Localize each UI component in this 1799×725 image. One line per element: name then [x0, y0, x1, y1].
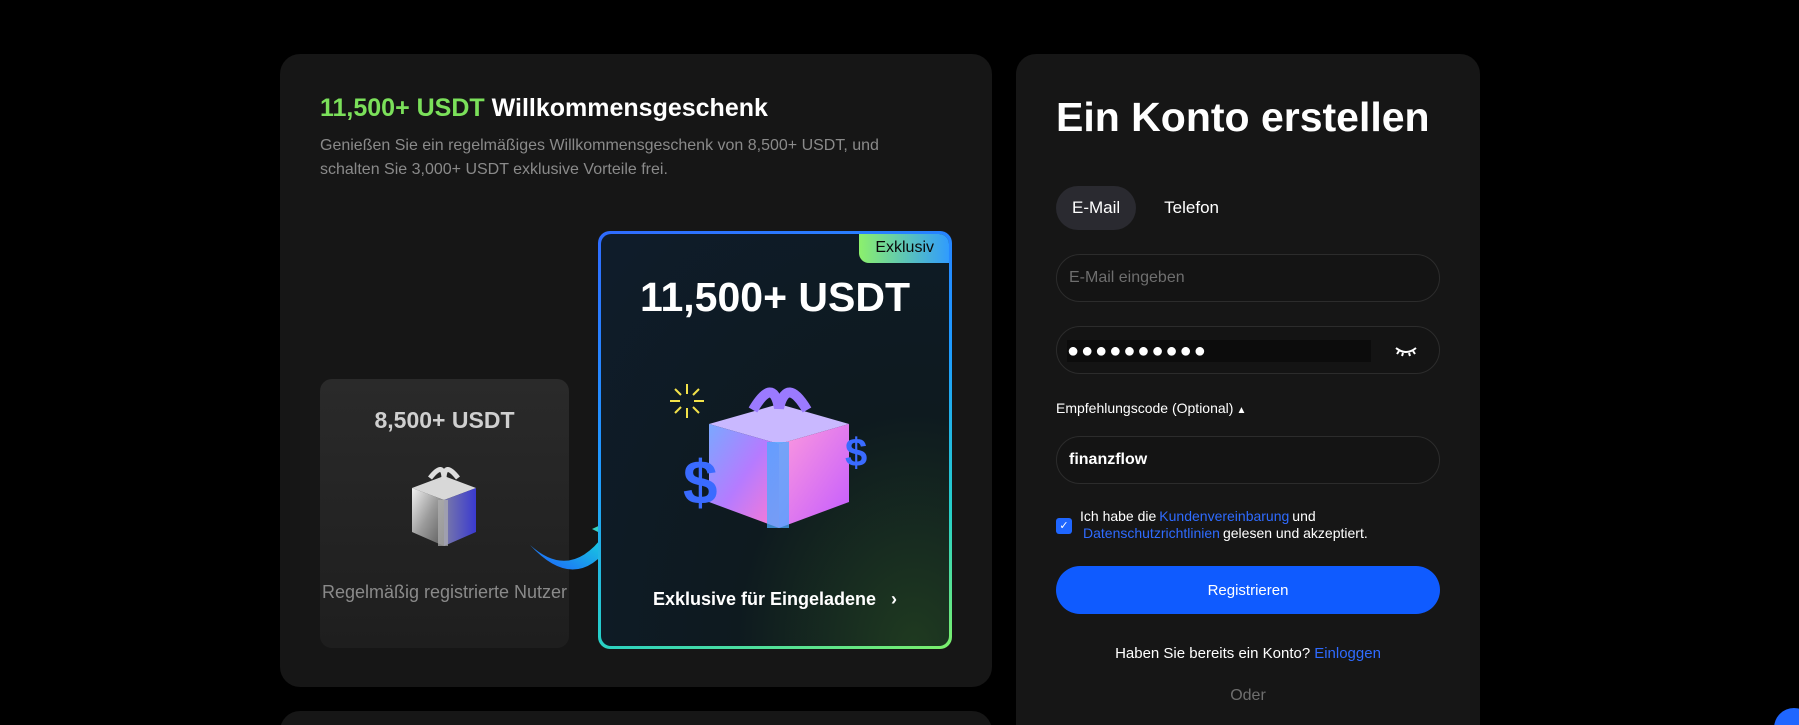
privacy-policy-link[interactable]: Datenschutzrichtlinien — [1083, 525, 1220, 541]
consent-part3: gelesen und akzeptiert. — [1222, 525, 1368, 541]
exclusive-tier-inner: Exklusiv 11,500+ USDT $ $ Exklusive für … — [601, 234, 949, 646]
regular-tier-amount: 8,500+ USDT — [374, 407, 515, 433]
eye-closed-icon[interactable] — [1395, 341, 1417, 359]
signup-title: Ein Konto erstellen — [1056, 94, 1430, 140]
exclusive-badge: Exklusiv — [859, 234, 949, 263]
exclusive-tier-card[interactable]: Exklusiv 11,500+ USDT $ $ Exklusive für … — [598, 231, 952, 649]
check-icon: ✓ — [1059, 520, 1069, 532]
caret-up-icon: ▲ — [1236, 405, 1247, 416]
consent-part2: und — [1292, 508, 1316, 524]
consent-text: Ich habe die Kundenvereinbarung und Datens… — [1080, 508, 1368, 542]
promo-title-accent: 11,500+ USDT — [320, 94, 485, 122]
referral-toggle[interactable]: Empfehlungscode (Optional) ▲ — [1056, 400, 1246, 416]
login-link[interactable]: Einloggen — [1314, 645, 1381, 662]
email-placeholder: E-Mail eingeben — [1069, 269, 1185, 286]
colorful-gift-icon: $ $ — [670, 384, 867, 528]
email-input[interactable]: E-Mail eingeben — [1056, 254, 1440, 302]
tab-email[interactable]: E-Mail — [1056, 186, 1137, 230]
support-chat-button[interactable] — [1774, 708, 1799, 725]
consent-part1: Ich habe die — [1080, 508, 1157, 524]
referral-input[interactable]: finanzflow — [1056, 436, 1440, 484]
or-divider: Oder — [1230, 687, 1266, 704]
exclusive-cta-label: Exklusive für Eingeladene — [652, 589, 877, 609]
promo-description: Genießen Sie ein regelmäßiges Willkommen… — [320, 137, 879, 178]
svg-text:$: $ — [683, 449, 717, 518]
exclusive-cta[interactable]: Exklusive für Eingeladene › — [601, 589, 949, 610]
customer-agreement-link[interactable]: Kundenvereinbarung — [1159, 508, 1289, 524]
signup-card: Ein Konto erstellen E-Mail Telefon E-Mai… — [1016, 54, 1480, 725]
password-mask: ●●●●●●●●●● — [1067, 340, 1371, 362]
promo-title: 11,500+ USDT Willkommensgeschenk — [320, 94, 768, 123]
register-button[interactable]: Registrieren — [1056, 566, 1440, 614]
silver-gift-icon — [412, 467, 476, 546]
login-prompt: Haben Sie bereits ein Konto? — [1115, 645, 1311, 662]
referral-label: Empfehlungscode (Optional) — [1056, 400, 1234, 416]
exclusive-tier-amount: 11,500+ USDT — [639, 274, 911, 320]
consent-checkbox[interactable]: ✓ — [1056, 518, 1072, 534]
promo-card: 11,500+ USDT Willkommensgeschenk Genieße… — [280, 54, 992, 687]
login-line: Haben Sie bereits ein Konto? Einloggen — [1016, 645, 1480, 662]
referral-value: finanzflow — [1069, 451, 1148, 468]
tab-phone[interactable]: Telefon — [1148, 186, 1235, 230]
chevron-right-icon: › — [891, 589, 898, 609]
password-input[interactable]: ●●●●●●●●●● — [1056, 326, 1440, 374]
signup-tabs: E-Mail Telefon — [1056, 186, 1235, 230]
svg-text:$: $ — [845, 431, 867, 475]
secondary-card — [280, 711, 992, 725]
promo-title-rest: Willkommensgeschenk — [491, 94, 768, 122]
